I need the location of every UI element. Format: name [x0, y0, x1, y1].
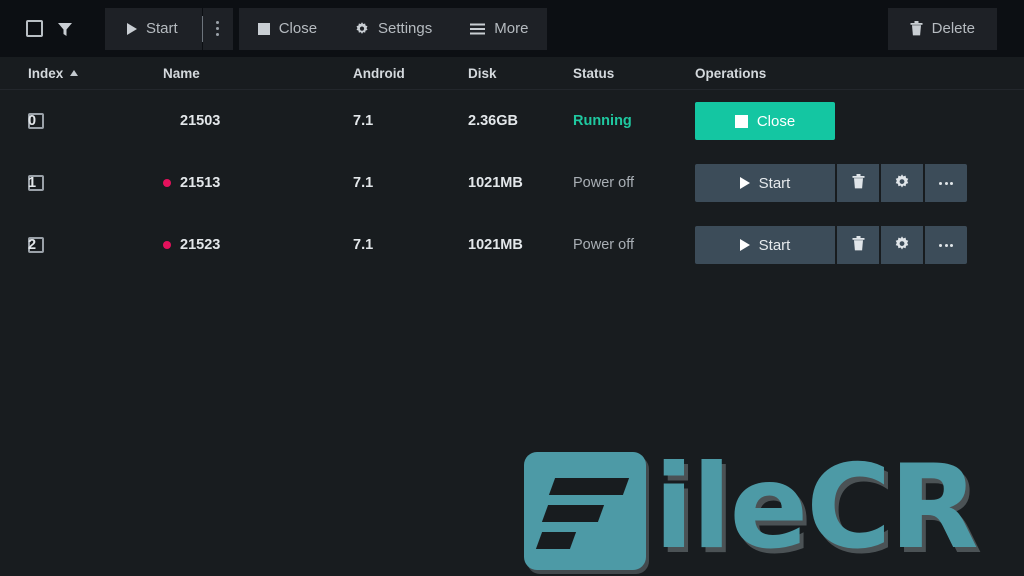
emulator-manager-window: Start Close Settings More Delete Index N… [0, 0, 1024, 576]
row-close-button[interactable]: Close [695, 102, 835, 140]
cell-status: Running [573, 113, 632, 129]
toolbar-left-controls [0, 20, 73, 37]
table-row[interactable]: 1 21513 7.1 1021MB Power off Start [0, 152, 1024, 214]
settings-button[interactable]: Settings [336, 7, 452, 50]
column-header-android-label: Android [353, 65, 405, 81]
operations-group: Close [695, 102, 835, 140]
column-header-name[interactable]: Name [163, 66, 353, 81]
kebab-menu-icon [216, 21, 220, 36]
gear-icon [355, 21, 369, 36]
delete-button-label: Delete [931, 20, 975, 37]
toolbar-button-groups: Start Close Settings More [105, 7, 548, 50]
cell-name-label: 21503 [180, 113, 221, 129]
power-off-dot-icon [163, 179, 171, 187]
cell-android: 7.1 [353, 237, 374, 253]
cell-status: Power off [573, 237, 634, 253]
row-close-button-label: Close [756, 112, 796, 130]
settings-button-label: Settings [378, 20, 433, 37]
cell-disk: 2.36GB [468, 113, 518, 129]
row-start-button-label: Start [758, 174, 791, 192]
trash-icon [910, 21, 923, 36]
column-header-index[interactable]: Index [28, 66, 163, 81]
play-icon [127, 22, 137, 35]
cell-android: 7.1 [353, 113, 374, 129]
start-button-group: Start [105, 7, 233, 50]
trash-icon [852, 174, 865, 192]
column-header-operations: Operations [695, 66, 1024, 81]
play-icon [739, 177, 750, 189]
trash-icon [852, 236, 865, 254]
row-start-button[interactable]: Start [695, 226, 835, 264]
table-row[interactable]: 0 21503 7.1 2.36GB Running Close [0, 90, 1024, 152]
column-header-disk-label: Disk [468, 65, 497, 81]
column-header-operations-label: Operations [695, 65, 767, 81]
operations-group: Start [695, 226, 967, 264]
select-all-checkbox[interactable] [26, 20, 43, 37]
play-icon [739, 239, 750, 251]
row-delete-button[interactable] [837, 164, 879, 202]
table-header-row: Index Name Android Disk Status Operation… [0, 57, 1024, 90]
row-start-button-label: Start [758, 236, 791, 254]
row-more-button[interactable] [925, 164, 967, 202]
column-header-name-label: Name [163, 65, 200, 81]
delete-button[interactable]: Delete [887, 7, 997, 50]
instances-table: Index Name Android Disk Status Operation… [0, 57, 1024, 576]
cell-operations: Close [695, 102, 1024, 140]
column-header-index-label: Index [28, 65, 64, 81]
filter-icon[interactable] [57, 21, 73, 37]
cell-name: 21513 [163, 175, 353, 191]
close-button[interactable]: Close [238, 7, 337, 50]
close-settings-more-group: Close Settings More [238, 7, 548, 50]
column-header-android[interactable]: Android [353, 66, 468, 81]
row-more-button[interactable] [925, 226, 967, 264]
more-button[interactable]: More [451, 7, 548, 50]
row-settings-button[interactable] [881, 164, 923, 202]
close-button-label: Close [278, 20, 318, 37]
row-checkbox-cell [0, 113, 44, 129]
toolbar: Start Close Settings More Delete [0, 0, 1024, 57]
start-button-label: Start [146, 20, 178, 37]
column-header-status[interactable]: Status [573, 66, 695, 81]
cell-status: Power off [573, 175, 634, 191]
table-row[interactable]: 2 21523 7.1 1021MB Power off Start [0, 214, 1024, 276]
cell-index: 1 [28, 175, 37, 191]
cell-disk: 1021MB [468, 237, 523, 253]
hamburger-icon [470, 23, 486, 35]
more-dots-icon [939, 181, 953, 185]
operations-group: Start [695, 164, 967, 202]
cell-disk: 1021MB [468, 175, 523, 191]
cell-android: 7.1 [353, 175, 374, 191]
more-dots-icon [939, 243, 953, 247]
cell-operations: Start [695, 226, 1024, 264]
cell-operations: Start [695, 164, 1024, 202]
row-delete-button[interactable] [837, 226, 879, 264]
cell-name: 21503 [163, 113, 353, 129]
toolbar-right-controls: Delete [887, 7, 1024, 50]
cell-name-label: 21513 [180, 175, 221, 191]
more-button-label: More [494, 20, 529, 37]
stop-icon [734, 114, 748, 128]
row-start-button[interactable]: Start [695, 164, 835, 202]
cell-name-label: 21523 [180, 237, 221, 253]
row-checkbox-cell [0, 237, 44, 253]
column-header-disk[interactable]: Disk [468, 66, 573, 81]
start-button[interactable]: Start [105, 7, 202, 50]
cell-index: 0 [28, 113, 37, 129]
start-dropdown-button[interactable] [202, 7, 233, 50]
stop-icon [257, 22, 270, 35]
row-settings-button[interactable] [881, 226, 923, 264]
power-off-dot-icon [163, 241, 171, 249]
sort-ascending-icon [70, 70, 79, 76]
gear-icon [894, 235, 910, 255]
cell-name: 21523 [163, 237, 353, 253]
gear-icon [894, 173, 910, 193]
cell-index: 2 [28, 237, 37, 253]
row-checkbox-cell [0, 175, 44, 191]
column-header-status-label: Status [573, 65, 615, 81]
